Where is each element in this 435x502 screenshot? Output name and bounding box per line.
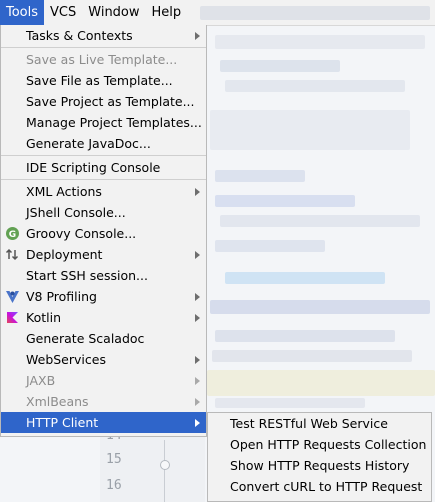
menu-item-webservices[interactable]: WebServices bbox=[1, 349, 206, 370]
submenu-item-show-http-history[interactable]: Show HTTP Requests History bbox=[208, 455, 431, 476]
submenu-arrow-icon bbox=[195, 398, 200, 406]
menu-item-label: Deployment bbox=[26, 247, 103, 262]
menu-item-deployment[interactable]: Deployment bbox=[1, 244, 206, 265]
menu-item-label: Generate Scaladoc bbox=[26, 331, 145, 346]
menu-item-label: Manage Project Templates... bbox=[26, 115, 202, 130]
menu-item-generate-scaladoc[interactable]: Generate Scaladoc bbox=[1, 328, 206, 349]
menu-item-save-live-template[interactable]: Save as Live Template... bbox=[1, 49, 206, 70]
menu-bar: Tools VCS Window Help bbox=[0, 0, 435, 26]
blurred-toolbar bbox=[200, 6, 430, 20]
menu-separator bbox=[1, 179, 206, 180]
menu-item-groovy-console[interactable]: G Groovy Console... bbox=[1, 223, 206, 244]
submenu-arrow-icon bbox=[195, 314, 200, 322]
menu-item-start-ssh-session[interactable]: Start SSH session... bbox=[1, 265, 206, 286]
submenu-arrow-icon bbox=[195, 32, 200, 40]
menu-item-label: HTTP Client bbox=[26, 415, 99, 430]
menu-item-label: Save as Live Template... bbox=[26, 52, 178, 67]
svg-text:G: G bbox=[9, 230, 16, 240]
kotlin-icon bbox=[7, 312, 18, 323]
menu-vcs[interactable]: VCS bbox=[44, 0, 82, 25]
groovy-icon: G bbox=[6, 227, 19, 240]
menu-item-label: Kotlin bbox=[26, 310, 61, 325]
menu-tools[interactable]: Tools bbox=[0, 0, 45, 25]
submenu-item-convert-curl[interactable]: Convert cURL to HTTP Request bbox=[208, 476, 431, 497]
submenu-arrow-icon bbox=[195, 377, 200, 385]
menu-item-xmlbeans[interactable]: XmlBeans bbox=[1, 391, 206, 412]
fold-marker-icon[interactable] bbox=[160, 460, 170, 470]
fold-line bbox=[164, 440, 165, 502]
submenu-arrow-icon bbox=[195, 356, 200, 364]
menu-item-ide-scripting-console[interactable]: IDE Scripting Console bbox=[1, 157, 206, 178]
menu-help[interactable]: Help bbox=[146, 0, 188, 25]
menu-item-label: XML Actions bbox=[26, 184, 102, 199]
submenu-arrow-icon bbox=[195, 251, 200, 259]
line-number: 16 bbox=[106, 478, 122, 493]
menu-item-label: Save Project as Template... bbox=[26, 94, 195, 109]
deployment-icon bbox=[5, 248, 19, 261]
submenu-item-open-http-collection[interactable]: Open HTTP Requests Collection bbox=[208, 434, 431, 455]
menu-item-label: JAXB bbox=[26, 373, 56, 388]
http-client-submenu: Test RESTful Web Service Open HTTP Reque… bbox=[207, 412, 432, 502]
menu-item-manage-project-templates[interactable]: Manage Project Templates... bbox=[1, 112, 206, 133]
v8-icon bbox=[6, 291, 19, 303]
menu-item-label: Start SSH session... bbox=[26, 268, 148, 283]
menu-item-generate-javadoc[interactable]: Generate JavaDoc... bbox=[1, 133, 206, 154]
menu-item-xml-actions[interactable]: XML Actions bbox=[1, 181, 206, 202]
menu-item-http-client[interactable]: HTTP Client bbox=[1, 412, 206, 433]
submenu-item-test-restful[interactable]: Test RESTful Web Service bbox=[208, 413, 431, 434]
menu-item-label: Tasks & Contexts bbox=[26, 28, 133, 43]
menu-window[interactable]: Window bbox=[82, 0, 145, 25]
line-number: 15 bbox=[106, 452, 122, 467]
menu-item-jaxb[interactable]: JAXB bbox=[1, 370, 206, 391]
submenu-arrow-icon bbox=[195, 293, 200, 301]
submenu-arrow-icon bbox=[195, 419, 200, 427]
menu-item-label: V8 Profiling bbox=[26, 289, 97, 304]
menu-item-tasks-contexts[interactable]: Tasks & Contexts bbox=[1, 25, 206, 46]
menu-item-label: Groovy Console... bbox=[26, 226, 137, 241]
menu-separator bbox=[1, 155, 206, 156]
menu-item-jshell-console[interactable]: JShell Console... bbox=[1, 202, 206, 223]
menu-separator bbox=[1, 47, 206, 48]
menu-item-label: JShell Console... bbox=[26, 205, 126, 220]
submenu-arrow-icon bbox=[195, 188, 200, 196]
menu-item-kotlin[interactable]: Kotlin bbox=[1, 307, 206, 328]
menu-item-label: WebServices bbox=[26, 352, 106, 367]
menu-item-label: IDE Scripting Console bbox=[26, 160, 161, 175]
menu-item-label: Generate JavaDoc... bbox=[26, 136, 151, 151]
menu-item-save-file-template[interactable]: Save File as Template... bbox=[1, 70, 206, 91]
menu-item-v8-profiling[interactable]: V8 Profiling bbox=[1, 286, 206, 307]
menu-item-label: XmlBeans bbox=[26, 394, 89, 409]
menu-item-label: Save File as Template... bbox=[26, 73, 173, 88]
menu-item-save-project-template[interactable]: Save Project as Template... bbox=[1, 91, 206, 112]
tools-menu: Tasks & Contexts Save as Live Template..… bbox=[0, 25, 207, 437]
